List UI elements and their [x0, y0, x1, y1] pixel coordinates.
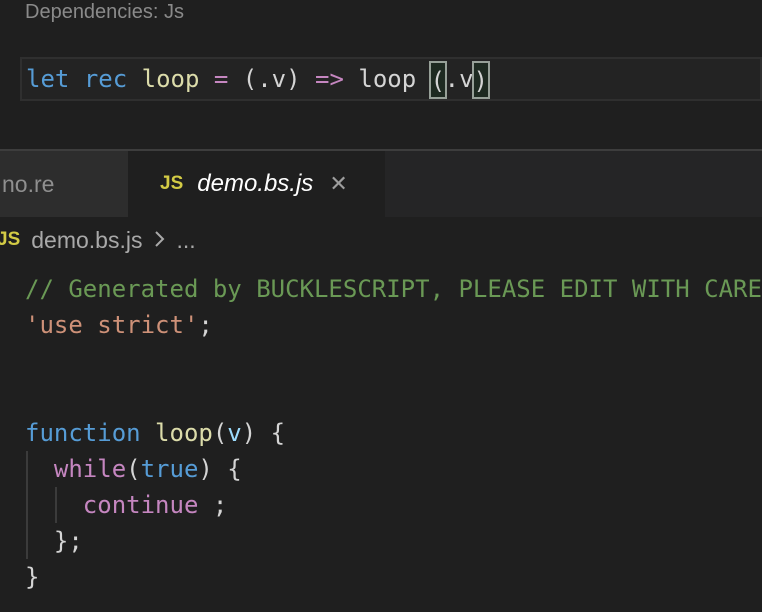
code-line: }: [0, 559, 762, 595]
code-token: .v: [445, 65, 474, 93]
code-line: 'use strict';: [0, 307, 762, 343]
code-token: ;: [198, 491, 227, 519]
vscode-window: Dependencies: Js let rec loop = (.v) => …: [0, 0, 762, 612]
js-file-icon: JS: [160, 173, 183, 195]
code-token: // Generated by BUCKLESCRIPT, PLEASE EDI…: [25, 275, 762, 303]
code-line: [0, 343, 762, 379]
indent-guide: [55, 487, 57, 523]
code-token: v: [227, 419, 241, 447]
tab-label: no.re: [2, 171, 54, 198]
tab-demo-bs-js[interactable]: JS demo.bs.js ✕: [128, 151, 385, 217]
code-token: continue: [83, 491, 199, 519]
code-token: rec: [84, 65, 127, 93]
code-token: =: [214, 65, 228, 93]
code-token: 'use strict': [25, 311, 198, 339]
code-token: ) {: [242, 419, 285, 447]
code-token: [141, 419, 155, 447]
dependencies-label: Dependencies: Js: [25, 1, 184, 24]
current-line-highlight[interactable]: let rec loop = (.v) => loop (.v): [20, 57, 762, 101]
code-token: ): [472, 61, 490, 99]
code-token: [69, 65, 83, 93]
code-token: true: [141, 455, 199, 483]
code-token: function: [25, 419, 141, 447]
tab-demo-re[interactable]: no.re: [0, 151, 128, 217]
code-token: [127, 65, 141, 93]
code-token: =>: [315, 65, 344, 93]
editor[interactable]: // Generated by BUCKLESCRIPT, PLEASE EDI…: [0, 263, 762, 612]
code-line: continue ;: [0, 487, 762, 523]
code-line: };: [0, 523, 762, 559]
code-token: let: [26, 65, 69, 93]
code-token: };: [25, 527, 83, 555]
code-line: [0, 379, 762, 415]
code-line: // Generated by BUCKLESCRIPT, PLEASE EDI…: [0, 271, 762, 307]
code-token: ) {: [198, 455, 241, 483]
code-token: loop: [155, 419, 213, 447]
code-token: }: [25, 563, 39, 591]
tab-bar: no.re JS demo.bs.js ✕: [0, 151, 762, 217]
close-icon[interactable]: ✕: [329, 171, 347, 197]
breadcrumb-ellipsis[interactable]: ...: [176, 227, 195, 254]
code-line: while(true) {: [0, 451, 762, 487]
code-token: (.v): [228, 65, 315, 93]
code-token: [199, 65, 213, 93]
breadcrumb-file[interactable]: demo.bs.js: [31, 227, 142, 254]
js-file-icon: JS: [0, 229, 20, 251]
tab-label: demo.bs.js: [197, 170, 313, 198]
code-line: function loop(v) {: [0, 415, 762, 451]
code-token: (: [213, 419, 227, 447]
chevron-right-icon: [152, 227, 167, 256]
indent-guide: [26, 451, 28, 559]
code-token: [25, 455, 54, 483]
code-token: [25, 491, 83, 519]
code-token: (: [126, 455, 140, 483]
code-token: loop: [344, 65, 431, 93]
code-token: ;: [198, 311, 212, 339]
code-token: loop: [142, 65, 200, 93]
breadcrumbs: JS demo.bs.js ...: [0, 217, 762, 263]
code-token: while: [54, 455, 126, 483]
